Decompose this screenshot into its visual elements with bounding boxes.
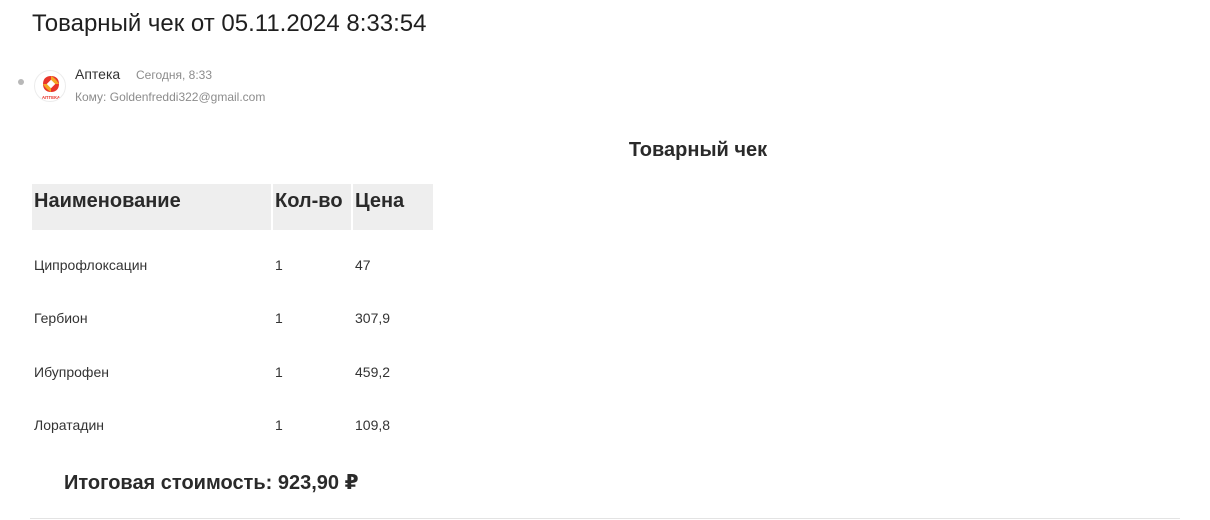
table-header-row: Наименование Кол-во Цена: [32, 184, 433, 230]
column-header-name: Наименование: [32, 184, 271, 230]
item-price: 47: [355, 256, 371, 273]
table-row: Ибупрофен 1 459,2: [32, 345, 433, 399]
receipt-title: Товарный чек: [628, 139, 768, 161]
sender-name[interactable]: Аптека: [75, 66, 120, 82]
svg-text:АПТЕКА: АПТЕКА: [42, 95, 61, 100]
column-header-qty: Кол-во: [273, 184, 351, 230]
sent-time: Сегодня, 8:33: [136, 68, 213, 82]
item-qty: 1: [275, 310, 283, 327]
recipient-address[interactable]: Goldenfreddi322@gmail.com: [110, 90, 266, 104]
item-price: 307,9: [355, 310, 391, 327]
item-price: 459,2: [355, 363, 391, 380]
item-name: Лоратадин: [34, 417, 104, 434]
unread-indicator[interactable]: [18, 79, 24, 85]
email-subject: Товарный чек от 05.11.2024 8:33:54: [32, 10, 427, 37]
item-price: 109,8: [355, 417, 391, 434]
recipient-line: Кому: Goldenfreddi322@gmail.com: [75, 90, 265, 104]
item-name: Ибупрофен: [34, 363, 109, 380]
table-row: Лоратадин 1 109,8: [32, 399, 433, 453]
table-row: Гербион 1 307,9: [32, 292, 433, 346]
item-name: Ципрофлоксацин: [34, 256, 148, 273]
divider: [30, 518, 1180, 519]
item-name: Гербион: [34, 310, 88, 327]
item-qty: 1: [275, 363, 283, 380]
pharmacy-logo-icon: АПТЕКА: [42, 76, 61, 100]
item-qty: 1: [275, 256, 283, 273]
table-row: Ципрофлоксацин 1 47: [32, 230, 433, 292]
item-qty: 1: [275, 417, 283, 434]
sender-avatar[interactable]: АПТЕКА: [34, 70, 66, 102]
receipt-total: Итоговая стоимость: 923,90 ₽: [64, 472, 359, 494]
receipt-table: Наименование Кол-во Цена Ципрофлоксацин …: [30, 184, 435, 452]
column-header-price: Цена: [353, 184, 433, 230]
recipient-label: Кому:: [75, 90, 107, 104]
